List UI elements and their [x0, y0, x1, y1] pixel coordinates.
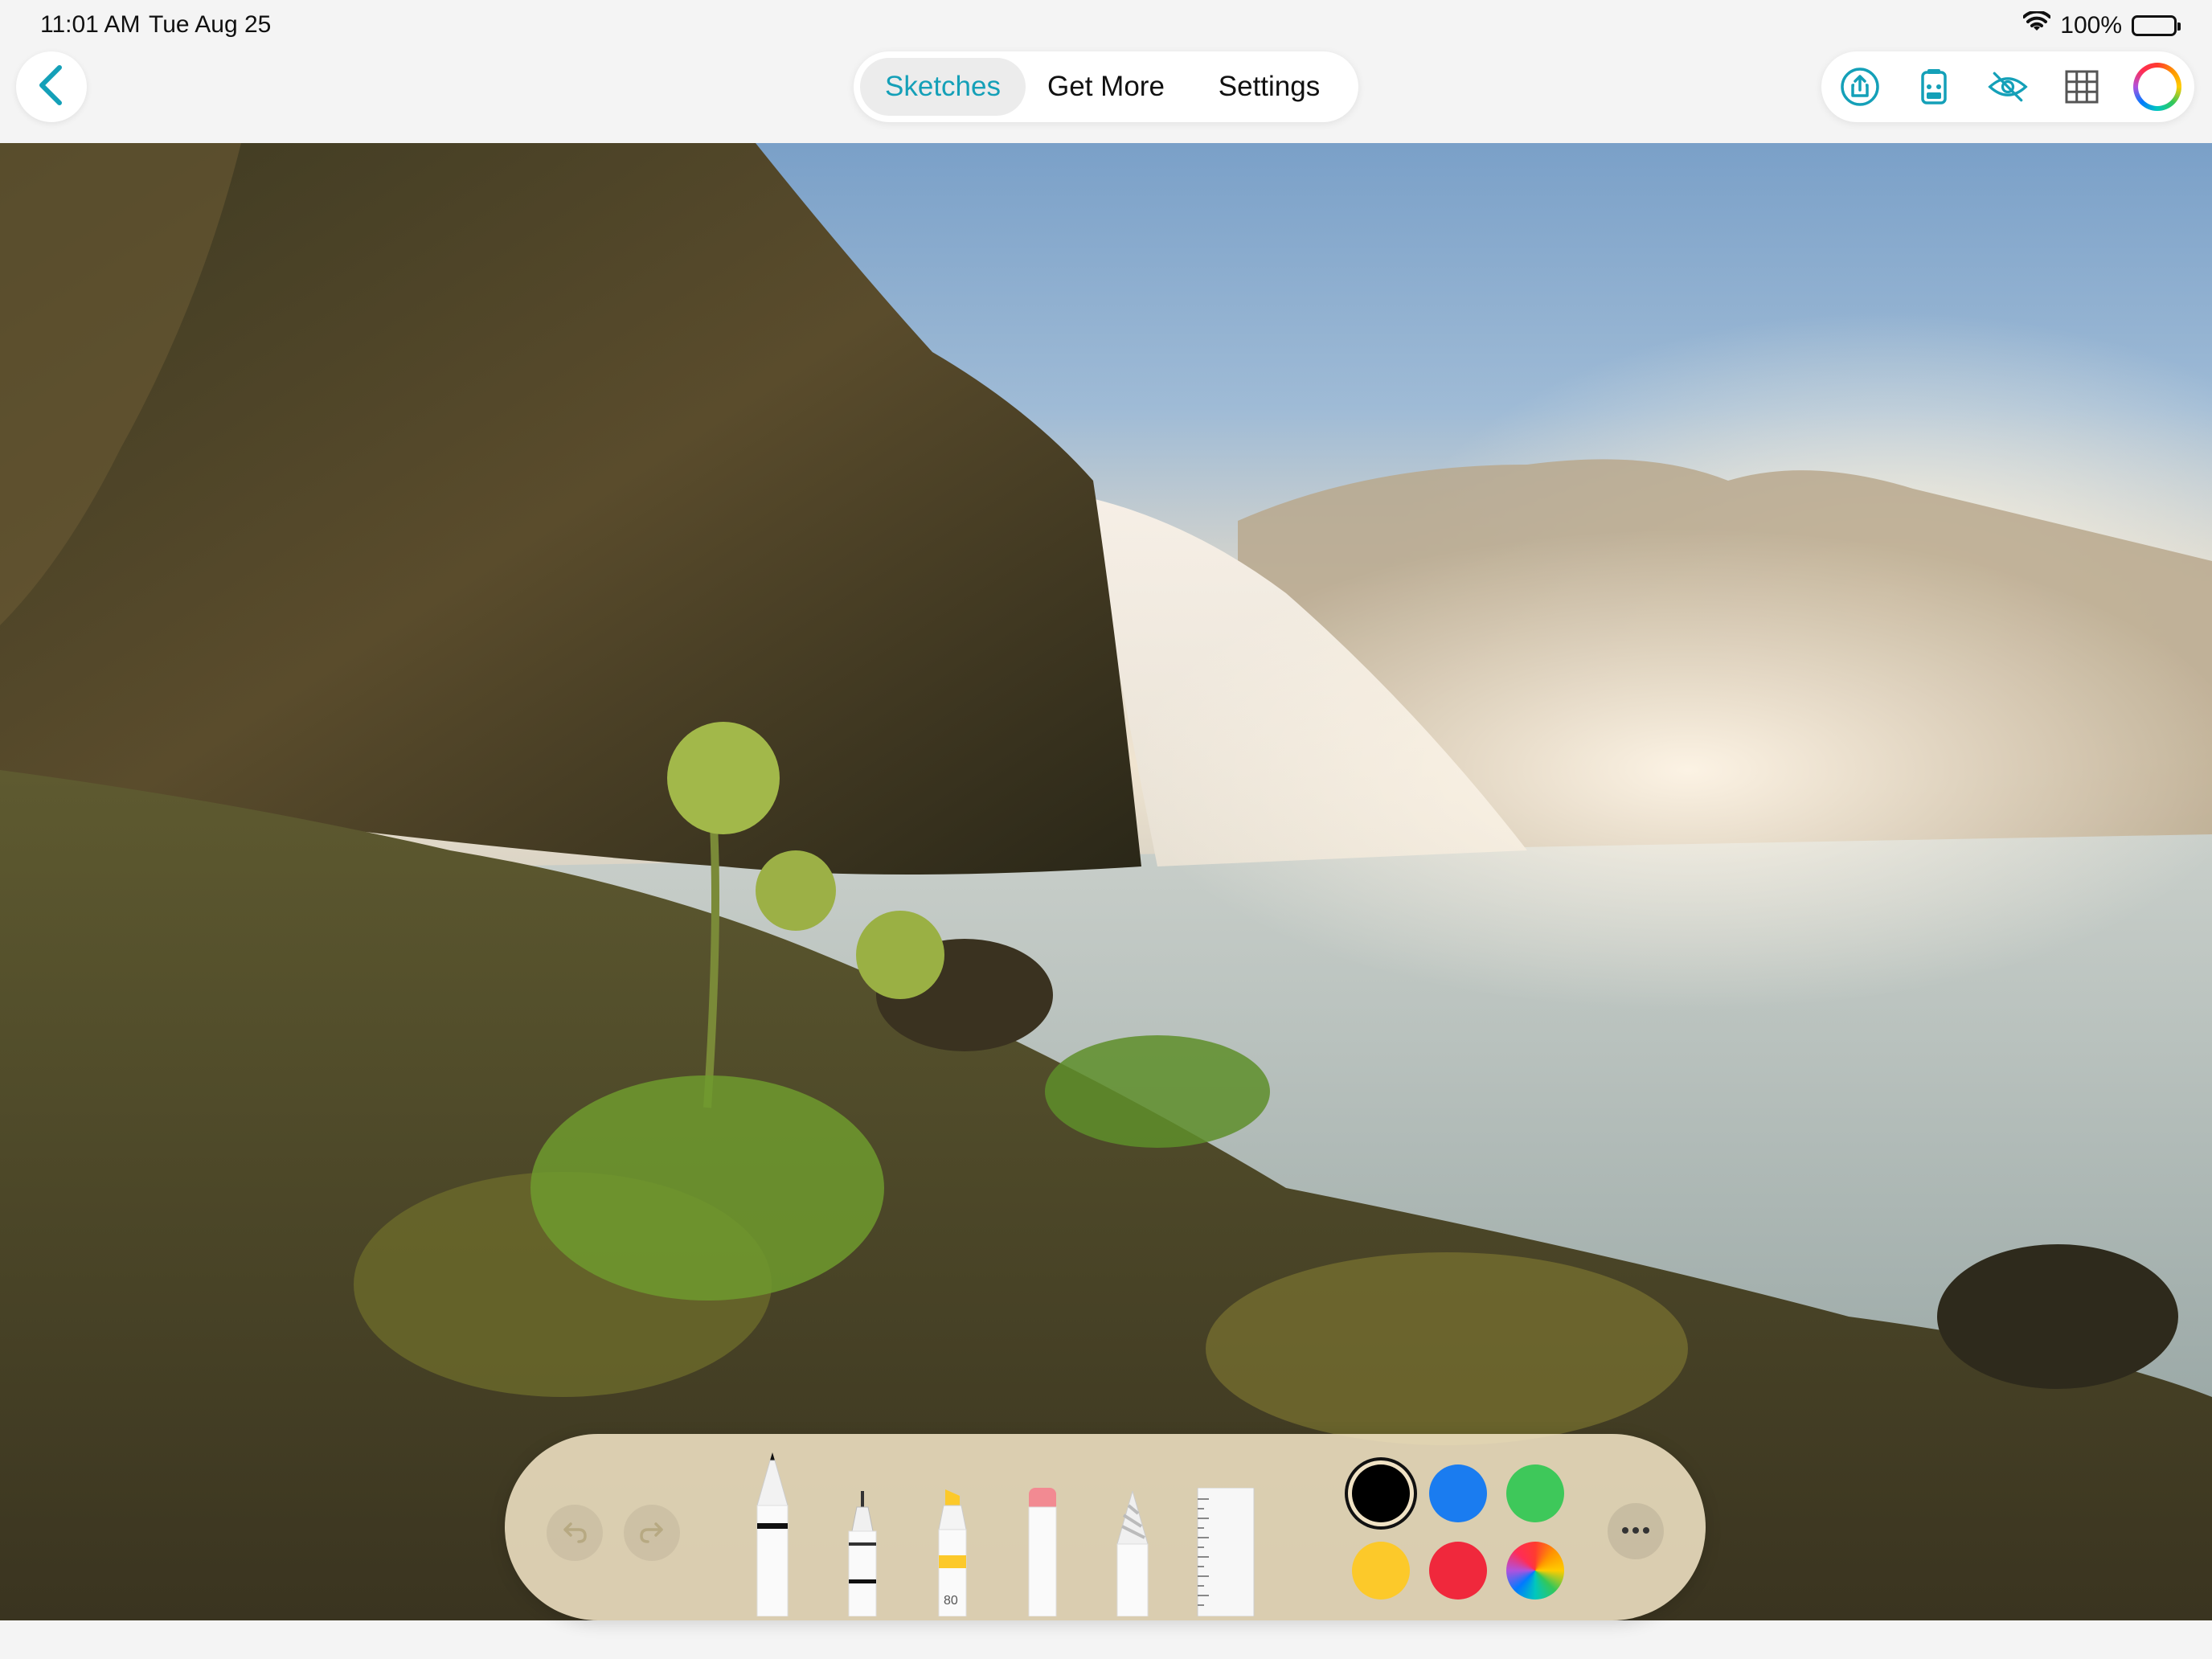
tab-settings[interactable]: Settings	[1186, 58, 1352, 116]
marker-width-label: 80	[944, 1594, 958, 1608]
battery-percent: 100%	[2060, 12, 2122, 39]
eraser-tool[interactable]	[1022, 1488, 1063, 1620]
marker-tool[interactable]: 80	[932, 1489, 973, 1620]
ruler-tool[interactable]	[1196, 1487, 1256, 1620]
undo-button[interactable]	[547, 1505, 603, 1561]
battery-icon	[2132, 15, 2181, 36]
color-swatch-multicolor[interactable]	[1506, 1542, 1564, 1600]
tab-sketches[interactable]: Sketches	[860, 58, 1026, 116]
color-wheel-icon[interactable]	[2133, 63, 2181, 111]
share-icon[interactable]	[1839, 66, 1881, 108]
redo-button[interactable]	[624, 1505, 680, 1561]
fineliner-tool[interactable]	[842, 1491, 883, 1620]
color-swatch-black[interactable]	[1352, 1464, 1410, 1522]
color-swatch-green[interactable]	[1506, 1464, 1564, 1522]
drawing-toolbar: 80	[505, 1434, 1706, 1620]
hide-eye-icon[interactable]	[1987, 66, 2029, 108]
pen-tool[interactable]	[752, 1449, 793, 1620]
undo-icon	[561, 1518, 588, 1549]
status-indicators: 100%	[2022, 10, 2181, 42]
color-swatch-blue[interactable]	[1429, 1464, 1487, 1522]
pencil-tool[interactable]	[1112, 1489, 1153, 1620]
grid-icon[interactable]	[2061, 66, 2103, 108]
status-date: Tue Aug 25	[149, 11, 272, 38]
back-button[interactable]	[16, 51, 87, 122]
status-bar: 11:01 AM Tue Aug 25 100%	[0, 0, 2212, 51]
redo-icon	[638, 1518, 666, 1549]
more-button[interactable]	[1608, 1503, 1664, 1559]
chevron-left-icon	[35, 64, 68, 110]
tab-get-more[interactable]: Get More	[1026, 58, 1186, 116]
color-swatch-yellow[interactable]	[1352, 1542, 1410, 1600]
canvas-image[interactable]	[0, 143, 2212, 1620]
landscape-illustration	[0, 143, 2212, 1620]
status-time: 11:01 AM	[40, 11, 141, 38]
color-swatch-red[interactable]	[1429, 1542, 1487, 1600]
wifi-icon	[2022, 10, 2052, 40]
tab-bar: Sketches Get More Settings	[854, 51, 1358, 122]
top-tools	[1821, 51, 2194, 122]
ellipsis-icon	[1621, 1524, 1650, 1538]
tracing-icon[interactable]	[1913, 66, 1955, 108]
color-wheel-inner	[2138, 68, 2177, 106]
